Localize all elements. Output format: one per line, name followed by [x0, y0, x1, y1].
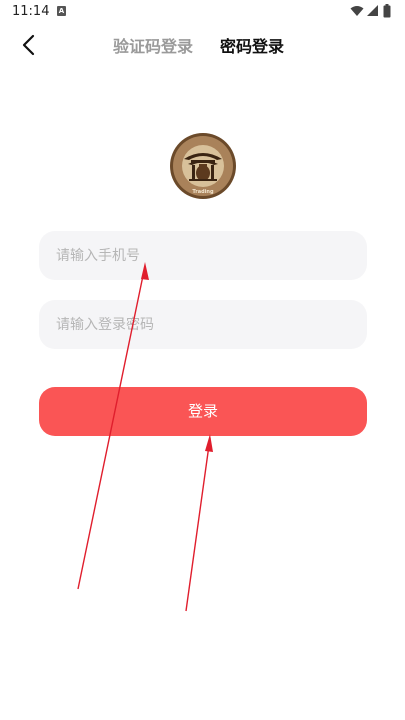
- notification-icon: A: [57, 6, 66, 16]
- svg-text:Trading: Trading: [192, 189, 214, 195]
- tab-password-login[interactable]: 密码登录: [220, 33, 284, 57]
- wifi-icon: [350, 6, 364, 16]
- signal-icon: [367, 5, 378, 16]
- annotation-arrows: [77, 262, 213, 612]
- login-button[interactable]: 登录: [39, 387, 367, 436]
- status-time: 11:14: [12, 4, 50, 19]
- tab-sms-login[interactable]: 验证码登录: [113, 33, 193, 57]
- battery-icon: [383, 4, 391, 18]
- app-logo: Trading: [170, 133, 236, 199]
- password-input[interactable]: [39, 300, 367, 349]
- arrow-to-login-button: [185, 434, 213, 612]
- status-bar: 11:14 A: [0, 0, 405, 24]
- phone-input[interactable]: [39, 231, 367, 280]
- back-chevron-icon[interactable]: [18, 33, 42, 57]
